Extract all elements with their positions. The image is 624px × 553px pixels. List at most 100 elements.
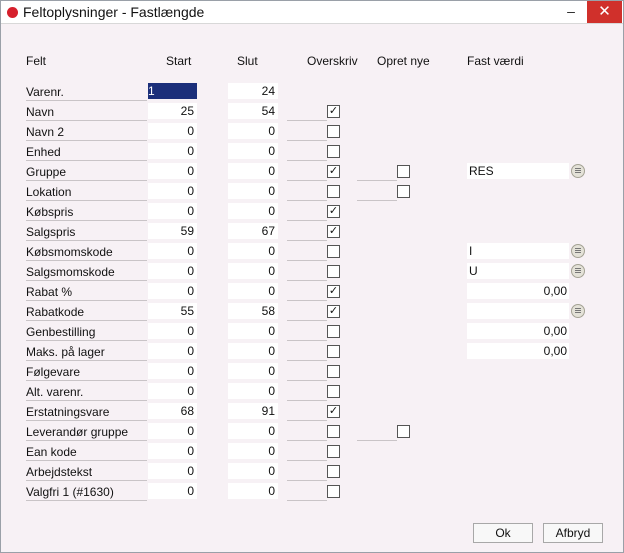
opret-nye-checkbox[interactable]: [397, 425, 410, 438]
overskriv-checkbox[interactable]: ✓: [327, 205, 340, 218]
overskriv-checkbox[interactable]: [327, 245, 340, 258]
start-field[interactable]: 1: [148, 83, 197, 99]
start-field[interactable]: 0: [148, 283, 197, 299]
opret-nye-checkbox[interactable]: [397, 185, 410, 198]
slut-field[interactable]: 0: [228, 203, 278, 219]
overskriv-checkbox[interactable]: [327, 185, 340, 198]
slut-field[interactable]: 0: [228, 123, 278, 139]
row-label: Arbejdstekst: [26, 464, 147, 481]
start-field[interactable]: 0: [148, 423, 197, 439]
slut-field[interactable]: 58: [228, 303, 278, 319]
close-button[interactable]: ✕: [587, 1, 622, 23]
slut-field[interactable]: 0: [228, 443, 278, 459]
overskriv-checkbox[interactable]: [327, 425, 340, 438]
overskriv-checkbox[interactable]: [327, 385, 340, 398]
fast-vaerdi-field[interactable]: [467, 303, 569, 319]
start-field[interactable]: 0: [148, 443, 197, 459]
lookup-icon[interactable]: [571, 244, 585, 258]
slut-field[interactable]: 0: [228, 163, 278, 179]
lookup-icon[interactable]: [571, 264, 585, 278]
overskriv-checkbox[interactable]: [327, 365, 340, 378]
opret-underline: [357, 180, 397, 181]
fast-vaerdi-field[interactable]: 0,00: [467, 323, 569, 339]
cancel-button[interactable]: Afbryd: [543, 523, 603, 543]
overskriv-checkbox[interactable]: [327, 325, 340, 338]
overskriv-checkbox[interactable]: ✓: [327, 405, 340, 418]
slut-field[interactable]: 0: [228, 283, 278, 299]
overskriv-underline: [287, 280, 327, 281]
slut-field[interactable]: 0: [228, 183, 278, 199]
lookup-icon[interactable]: [571, 304, 585, 318]
slut-field[interactable]: 0: [228, 423, 278, 439]
start-field[interactable]: 0: [148, 123, 197, 139]
overskriv-checkbox[interactable]: ✓: [327, 165, 340, 178]
row-label: Valgfri 1 (#1630): [26, 484, 147, 501]
start-field[interactable]: 0: [148, 363, 197, 379]
fast-vaerdi-field[interactable]: U: [467, 263, 569, 279]
overskriv-underline: [287, 340, 327, 341]
overskriv-checkbox[interactable]: ✓: [327, 105, 340, 118]
start-field[interactable]: 0: [148, 263, 197, 279]
slut-field[interactable]: 0: [228, 263, 278, 279]
start-field[interactable]: 0: [148, 243, 197, 259]
slut-field[interactable]: 0: [228, 483, 278, 499]
header-slut: Slut: [237, 54, 258, 68]
overskriv-checkbox[interactable]: [327, 345, 340, 358]
overskriv-checkbox[interactable]: [327, 125, 340, 138]
row-label: Salgsmomskode: [26, 264, 147, 281]
row-label: Rabatkode: [26, 304, 147, 321]
fast-vaerdi-field[interactable]: 0,00: [467, 343, 569, 359]
overskriv-checkbox[interactable]: [327, 485, 340, 498]
start-field[interactable]: 0: [148, 463, 197, 479]
overskriv-underline: [287, 320, 327, 321]
overskriv-underline: [287, 500, 327, 501]
start-field[interactable]: 55: [148, 303, 197, 319]
start-field[interactable]: 0: [148, 343, 197, 359]
slut-field[interactable]: 0: [228, 143, 278, 159]
slut-field[interactable]: 0: [228, 343, 278, 359]
ok-button[interactable]: Ok: [473, 523, 533, 543]
start-field[interactable]: 0: [148, 323, 197, 339]
overskriv-checkbox[interactable]: [327, 445, 340, 458]
overskriv-checkbox[interactable]: ✓: [327, 285, 340, 298]
overskriv-checkbox[interactable]: ✓: [327, 305, 340, 318]
slut-field[interactable]: 0: [228, 323, 278, 339]
overskriv-checkbox[interactable]: [327, 465, 340, 478]
fast-vaerdi-field[interactable]: RES: [467, 163, 569, 179]
overskriv-underline: [287, 440, 327, 441]
row-label: Erstatningsvare: [26, 404, 147, 421]
slut-field[interactable]: 24: [228, 83, 278, 99]
opret-nye-checkbox[interactable]: [397, 165, 410, 178]
slut-field[interactable]: 54: [228, 103, 278, 119]
dialog-window: Feltoplysninger - Fastlængde – ✕ Felt St…: [0, 0, 624, 553]
header-felt: Felt: [26, 54, 47, 68]
start-field[interactable]: 0: [148, 183, 197, 199]
fast-vaerdi-field[interactable]: 0,00: [467, 283, 569, 299]
overskriv-checkbox[interactable]: [327, 265, 340, 278]
start-field[interactable]: 0: [148, 163, 197, 179]
slut-field[interactable]: 0: [228, 463, 278, 479]
start-field[interactable]: 25: [148, 103, 197, 119]
slut-field[interactable]: 67: [228, 223, 278, 239]
row-label: Varenr.: [26, 84, 147, 101]
slut-field[interactable]: 91: [228, 403, 278, 419]
start-field[interactable]: 68: [148, 403, 197, 419]
overskriv-underline: [287, 160, 327, 161]
row-label: Rabat %: [26, 284, 147, 301]
overskriv-underline: [287, 200, 327, 201]
fast-vaerdi-field[interactable]: I: [467, 243, 569, 259]
start-field[interactable]: 0: [148, 203, 197, 219]
start-field[interactable]: 0: [148, 143, 197, 159]
lookup-icon[interactable]: [571, 164, 585, 178]
start-field[interactable]: 0: [148, 383, 197, 399]
start-field[interactable]: 59: [148, 223, 197, 239]
slut-field[interactable]: 0: [228, 383, 278, 399]
overskriv-underline: [287, 380, 327, 381]
start-field[interactable]: 0: [148, 483, 197, 499]
overskriv-checkbox[interactable]: [327, 145, 340, 158]
overskriv-checkbox[interactable]: ✓: [327, 225, 340, 238]
overskriv-underline: [287, 420, 327, 421]
minimize-button[interactable]: –: [556, 1, 586, 24]
slut-field[interactable]: 0: [228, 363, 278, 379]
slut-field[interactable]: 0: [228, 243, 278, 259]
